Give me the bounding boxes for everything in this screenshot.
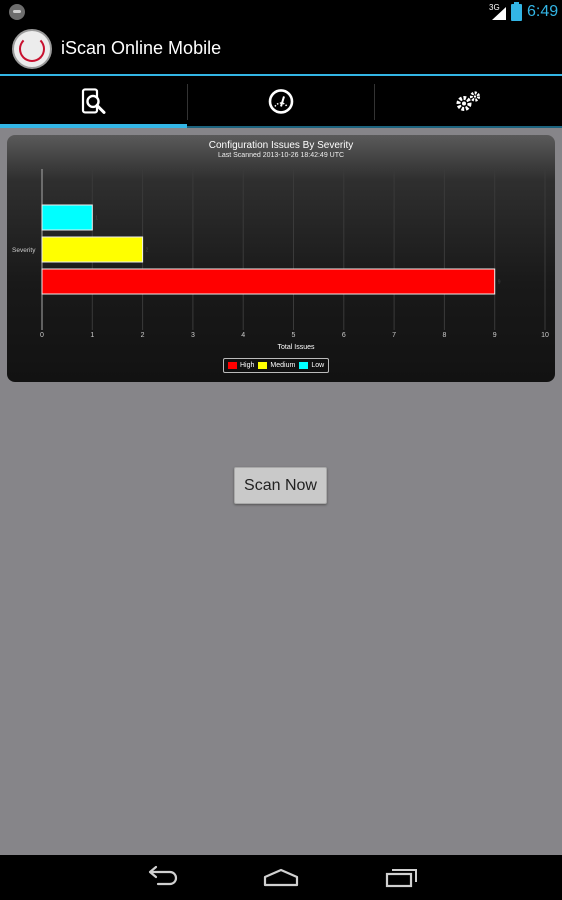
battery-icon <box>511 2 522 21</box>
x-tick-label: 5 <box>292 332 296 339</box>
x-tick-label: 7 <box>392 332 396 339</box>
bar-high <box>41 268 496 295</box>
chart-legend: High Medium Low <box>223 358 330 373</box>
x-tick-label: 4 <box>241 332 245 339</box>
tab-settings[interactable] <box>374 76 562 128</box>
legend-label: Medium <box>270 362 296 369</box>
navigation-bar <box>0 855 562 900</box>
action-bar: iScan Online Mobile <box>0 24 562 74</box>
tab-scan[interactable] <box>0 76 187 128</box>
tab-bar-divider <box>0 126 562 128</box>
bar-value-label: 9 <box>498 280 501 286</box>
scan-now-button[interactable]: Scan Now <box>234 467 327 504</box>
app-title: iScan Online Mobile <box>61 38 222 58</box>
back-icon[interactable] <box>140 855 182 900</box>
scan-device-icon <box>81 88 105 114</box>
settings-gears-icon <box>456 91 481 112</box>
legend-item-high: High <box>228 362 254 369</box>
legend-label: Low <box>311 362 325 369</box>
iscan-online-logo[interactable] <box>12 29 52 69</box>
notification-icon <box>9 4 25 20</box>
x-tick-label: 3 <box>191 332 195 339</box>
x-tick-label: 8 <box>442 332 446 339</box>
legend-item-low: Low <box>299 362 324 369</box>
x-tick-label: 10 <box>541 332 549 339</box>
legend-swatch <box>228 362 237 369</box>
x-tick-label: 6 <box>342 332 346 339</box>
x-axis-label: Total Issues <box>278 344 315 351</box>
legend-item-medium: Medium <box>258 362 295 369</box>
bar-value-label: 2 <box>146 248 149 254</box>
severity-chart-panel: Configuration Issues By Severity Last Sc… <box>7 135 555 382</box>
bar-medium <box>41 236 144 263</box>
home-icon[interactable] <box>260 855 302 900</box>
clock: 6:49 <box>527 3 559 20</box>
y-axis-label: Severity <box>12 247 36 254</box>
tab-gauge[interactable] <box>187 76 374 128</box>
severity-bar-chart: 0 1 2 3 4 5 6 7 8 9 10 Severity Total Issues 1 2 9 <box>12 169 549 351</box>
x-tick-label: 1 <box>90 332 94 339</box>
legend-label: High <box>240 362 255 369</box>
gauge-icon <box>268 89 293 114</box>
status-bar: 3G 6:49 <box>0 0 562 24</box>
legend-swatch <box>258 362 268 369</box>
tab-bar <box>0 76 562 128</box>
recent-apps-icon[interactable] <box>381 855 423 900</box>
signal-icon <box>492 7 506 20</box>
bar-value-label: 1 <box>95 216 98 222</box>
x-tick-label: 2 <box>141 332 145 339</box>
x-tick-label: 0 <box>40 332 44 339</box>
x-tick-label: 9 <box>493 332 497 339</box>
bar-low <box>41 204 93 231</box>
legend-swatch <box>299 362 309 369</box>
